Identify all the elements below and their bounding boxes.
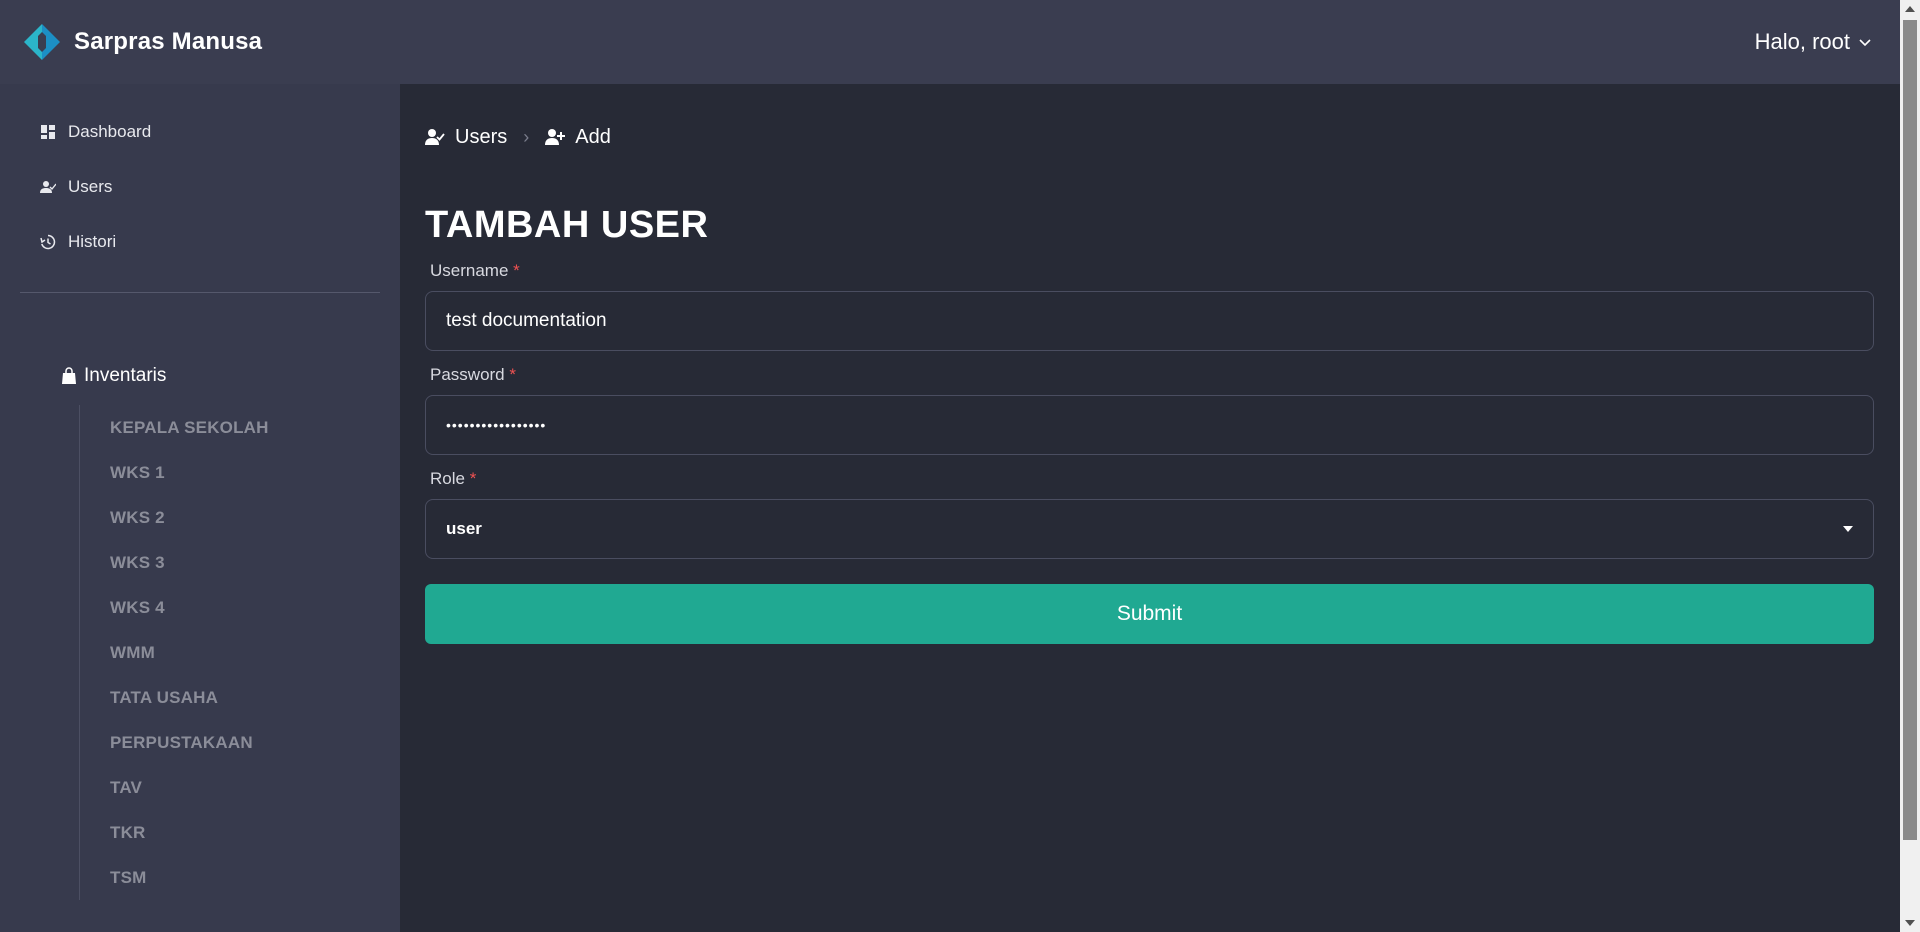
user-plus-icon	[545, 129, 566, 145]
inventory-item-tsm[interactable]: TSM	[110, 855, 400, 900]
username-group: Username * test documentation	[425, 261, 1875, 351]
scroll-down-icon[interactable]	[1905, 920, 1915, 926]
history-icon	[40, 234, 56, 249]
user-check-icon	[40, 180, 56, 193]
breadcrumb: Users › Add	[425, 122, 1875, 152]
password-input[interactable]: •••••••••••••••••	[425, 395, 1874, 455]
inventory-item-perpustakaan[interactable]: PERPUSTAKAAN	[110, 720, 400, 765]
username-label: Username *	[425, 261, 1875, 281]
required-mark: *	[509, 365, 516, 384]
role-select[interactable]: user	[425, 499, 1874, 559]
required-mark: *	[513, 261, 520, 280]
page-title: TAMBAH USER	[425, 204, 709, 246]
sidebar-divider	[20, 292, 380, 293]
chevron-down-icon	[1859, 39, 1871, 47]
breadcrumb-add: Add	[545, 126, 611, 149]
brand-name: Sarpras Manusa	[74, 28, 263, 55]
breadcrumb-separator-icon: ›	[523, 126, 530, 147]
username-value: test documentation	[446, 310, 607, 331]
role-group: Role * user	[425, 469, 1875, 559]
inventory-item-wks-1[interactable]: WKS 1	[110, 450, 400, 495]
brand[interactable]: Sarpras Manusa	[22, 22, 262, 62]
sidebar-item-label: Dashboard	[68, 121, 152, 141]
sidebar-item-histori[interactable]: Histori	[0, 214, 400, 269]
top-navbar: Sarpras Manusa Halo, root	[0, 0, 1900, 84]
main-content: Users › Add TAMBAH USER Username * test …	[400, 84, 1900, 932]
username-input[interactable]: test documentation	[425, 291, 1874, 351]
user-menu[interactable]: Halo, root	[1755, 29, 1872, 55]
scroll-up-icon[interactable]	[1905, 6, 1915, 12]
sidebar: Dashboard Users Histori Inventaris KEPAL…	[0, 84, 400, 932]
user-check-icon	[425, 129, 445, 145]
sidebar-nav: Dashboard Users Histori	[0, 84, 400, 269]
required-mark: *	[469, 469, 477, 488]
username-label-text: Username	[430, 261, 509, 280]
sidebar-item-label: Users	[68, 176, 113, 196]
password-label-text: Password	[430, 365, 505, 384]
inventory-item-wks-4[interactable]: WKS 4	[110, 585, 400, 630]
inventory-title: Inventaris	[84, 365, 167, 386]
sidebar-item-users[interactable]: Users	[0, 159, 400, 214]
sidebar-item-dashboard[interactable]: Dashboard	[0, 104, 400, 159]
password-label: Password *	[425, 365, 1875, 385]
inventory-item-tav[interactable]: TAV	[110, 765, 400, 810]
page-scrollbar[interactable]	[1900, 0, 1920, 932]
inventory-item-kepala-sekolah[interactable]: KEPALA SEKOLAH	[110, 405, 400, 450]
inventory-item-tkr[interactable]: TKR	[110, 810, 400, 855]
inventory-header[interactable]: Inventaris	[0, 365, 400, 387]
role-label: Role *	[425, 469, 1875, 489]
sidebar-item-label: Histori	[68, 231, 117, 251]
brand-logo-icon	[24, 24, 60, 60]
breadcrumb-add-label: Add	[575, 125, 611, 148]
scrollbar-thumb[interactable]	[1903, 20, 1917, 840]
inventory-item-wmm[interactable]: WMM	[110, 630, 400, 675]
breadcrumb-users[interactable]: Users	[425, 126, 507, 149]
inventory-item-wks-2[interactable]: WKS 2	[110, 495, 400, 540]
submit-button[interactable]: Submit	[425, 584, 1874, 644]
dashboard-icon	[41, 124, 55, 139]
caret-down-icon	[1843, 526, 1853, 532]
password-value: •••••••••••••••••	[446, 417, 547, 433]
inventory-item-tata-usaha[interactable]: TATA USAHA	[110, 675, 400, 720]
inventory-list: KEPALA SEKOLAH WKS 1 WKS 2 WKS 3 WKS 4 W…	[79, 405, 400, 900]
role-value: user	[446, 519, 482, 538]
breadcrumb-users-label: Users	[455, 125, 508, 148]
user-greeting: Halo, root	[1754, 29, 1850, 54]
password-group: Password * •••••••••••••••••	[425, 365, 1875, 455]
shopping-bag-icon	[62, 367, 76, 384]
role-label-text: Role	[430, 469, 465, 488]
inventory-item-wks-3[interactable]: WKS 3	[110, 540, 400, 585]
